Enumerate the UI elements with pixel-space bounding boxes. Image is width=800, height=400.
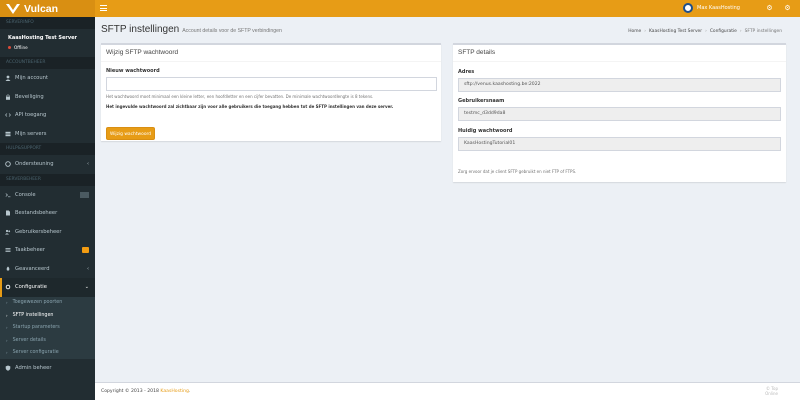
logo-text: Vulcan xyxy=(24,2,59,15)
new-password-label: Nieuw wachtwoord xyxy=(106,68,160,74)
sidebar-item-mijn-account[interactable]: Mijn account xyxy=(0,69,95,88)
sidebar-server-info: KaasHosting Test Server Offline xyxy=(0,29,95,57)
sidebar-item-geavanceerd[interactable]: Geavanceerd ‹ xyxy=(0,260,95,279)
user-menu[interactable]: Max KaasHosting xyxy=(683,3,740,13)
current-password-field[interactable]: KaasHostingTutorial01 xyxy=(458,137,781,151)
vulcan-logo-icon xyxy=(6,3,20,14)
chevron-right-icon: › xyxy=(6,350,8,356)
chevron-right-icon: › xyxy=(6,325,8,331)
top-navbar: Vulcan Max KaasHosting ⚙ ⚙ xyxy=(0,0,800,17)
users-icon xyxy=(5,229,11,235)
sftp-details-box: SFTP details Adres sftp://venus.kaashost… xyxy=(453,43,786,182)
sftp-details-title: SFTP details xyxy=(453,45,786,62)
sidebar-item-beveiliging[interactable]: Beveiliging xyxy=(0,88,95,107)
cogs-icon xyxy=(5,285,11,290)
username-field[interactable]: testmc_d3dd9da8 xyxy=(458,107,781,121)
console-indicator xyxy=(80,191,89,198)
new-password-input[interactable] xyxy=(106,77,437,91)
breadcrumb-configuratie[interactable]: Configuratie xyxy=(710,29,737,34)
username-label: Gebruikersnaam xyxy=(458,98,505,104)
chevron-right-icon: › xyxy=(6,337,8,343)
user-name: Max KaasHosting xyxy=(697,5,740,11)
sftp-client-note: Zorg ervoor dat je client SFTP gebruikt … xyxy=(458,169,577,174)
sidebar-item-admin-beheer[interactable]: Admin beheer xyxy=(0,359,95,378)
submenu-item-toegewezen-poorten[interactable]: › Toegewezen poorten xyxy=(0,297,95,310)
sidebar-toggle-icon[interactable] xyxy=(100,5,107,12)
footer-right: © Top Online xyxy=(765,386,778,396)
address-label: Adres xyxy=(458,69,475,75)
chevron-down-icon: ⌄ xyxy=(84,284,89,290)
tasks-icon xyxy=(5,248,11,253)
change-password-button[interactable]: Wijzig wachtwoord xyxy=(106,127,155,140)
user-icon xyxy=(5,75,11,82)
sidebar-item-configuratie[interactable]: Configuratie ⌄ xyxy=(0,278,95,297)
tasks-badge xyxy=(82,246,89,253)
footer: Copyright © 2013 - 2018 KaasHosting. © T… xyxy=(95,382,800,400)
password-visibility-warning: Het ingevulde wachtwoord zal zichtbaar z… xyxy=(106,104,394,109)
chevron-left-icon: ‹ xyxy=(87,161,89,167)
chevron-right-icon: › xyxy=(6,312,8,318)
code-icon xyxy=(5,113,11,117)
breadcrumb-home[interactable]: Home xyxy=(628,29,641,34)
config-submenu: › Toegewezen poorten › SFTP instellingen… xyxy=(0,296,95,360)
chevron-left-icon: ‹ xyxy=(87,265,89,272)
sidebar-item-mijn-servers[interactable]: Mijn servers xyxy=(0,125,95,144)
address-field[interactable]: sftp://venus.kaashosting.be:2022 xyxy=(458,78,781,92)
sidebar-item-gebruikersbeheer[interactable]: Gebruikersbeheer xyxy=(0,223,95,242)
file-icon xyxy=(6,210,10,216)
server-name: KaasHosting Test Server xyxy=(8,35,77,41)
rocket-icon xyxy=(6,266,10,271)
shield-icon xyxy=(5,365,11,371)
sidebar-item-ondersteuning[interactable]: Ondersteuning ‹ xyxy=(0,155,95,174)
logo[interactable]: Vulcan xyxy=(0,0,95,17)
sidebar-item-api-toegang[interactable]: API toegang xyxy=(0,106,95,125)
breadcrumb-current: SFTP instellingen xyxy=(744,29,782,34)
status-dot-icon xyxy=(8,46,11,49)
sidebar-header-management: SERVERBEHEER xyxy=(0,173,95,186)
page-title: SFTP instellingen Account details voor de… xyxy=(101,24,282,35)
sidebar-item-console[interactable]: Console xyxy=(0,186,95,205)
current-password-label: Huidig wachtwoord xyxy=(458,128,513,134)
life-ring-icon xyxy=(5,161,11,167)
submenu-item-server-configuratie[interactable]: › Server configuratie xyxy=(0,347,95,360)
sidebar-header-account: ACCOUNTBEHEER xyxy=(0,57,95,69)
sidebar-item-taakbeheer[interactable]: Taakbeheer xyxy=(0,241,95,260)
server-icon xyxy=(5,131,11,136)
server-status-text: Offline xyxy=(14,45,28,50)
submenu-item-server-details[interactable]: › Server details xyxy=(0,334,95,347)
change-password-title: Wijzig SFTP wachtwoord xyxy=(101,45,441,62)
gears-icon[interactable]: ⚙ xyxy=(783,4,792,13)
sidebar: SERVERINFO KaasHosting Test Server Offli… xyxy=(0,17,95,400)
sidebar-item-bestandsbeheer[interactable]: Bestandsbeheer xyxy=(0,204,95,223)
avatar xyxy=(683,3,693,13)
lock-icon xyxy=(6,94,10,100)
server-status: Offline xyxy=(8,45,87,50)
sidebar-header-support: HULP&SUPPORT xyxy=(0,143,95,155)
change-password-box: Wijzig SFTP wachtwoord Nieuw wachtwoord … xyxy=(101,43,441,141)
footer-company-link[interactable]: KaasHosting xyxy=(160,389,189,394)
settings-icon[interactable]: ⚙ xyxy=(765,4,774,13)
submenu-item-startup-parameters[interactable]: › Startup parameters xyxy=(0,322,95,335)
sidebar-header-servers: SERVERINFO xyxy=(0,17,95,29)
submenu-item-sftp-instellingen[interactable]: › SFTP instellingen xyxy=(0,309,95,322)
chevron-right-icon: › xyxy=(6,300,8,306)
breadcrumb: Home › KaasHosting Test Server › Configu… xyxy=(628,29,782,34)
breadcrumb-server[interactable]: KaasHosting Test Server xyxy=(649,29,702,34)
page-subtitle: Account details voor de SFTP verbindinge… xyxy=(182,28,282,34)
terminal-icon xyxy=(5,193,11,197)
password-requirements-text: Het wachtwoord moet minimaal een kleine … xyxy=(106,94,374,99)
